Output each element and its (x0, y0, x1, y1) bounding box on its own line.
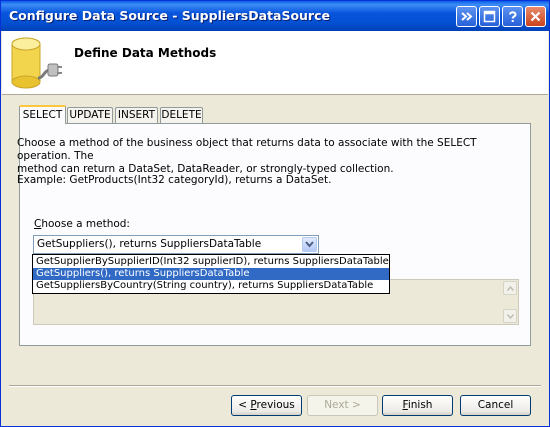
dropdown-option[interactable]: GetSupplierBySupplierID(Int32 supplierID… (33, 256, 389, 268)
help-icon[interactable] (502, 6, 523, 27)
next-button[interactable]: Next > (307, 395, 378, 416)
previous-label: revious (256, 399, 295, 411)
wizard-header: Define Data Methods (2, 31, 548, 95)
scroll-down-icon[interactable] (503, 309, 517, 323)
context-help-icon[interactable] (456, 6, 477, 27)
previous-prefix: < (238, 399, 251, 411)
scroll-up-icon[interactable] (503, 281, 517, 295)
page-title: Define Data Methods (74, 46, 217, 60)
method-dropdown-list: GetSupplierBySupplierID(Int32 supplierID… (32, 254, 390, 294)
window-title: Configure Data Source - SuppliersDataSou… (9, 8, 330, 23)
chevron-down-icon[interactable] (302, 237, 317, 252)
tab-select[interactable]: SELECT (19, 105, 66, 124)
tab-insert[interactable]: INSERT (115, 107, 158, 123)
description-line-1: Choose a method of the business object t… (17, 137, 477, 162)
choose-method-label: Choose a method: (34, 218, 130, 230)
tab-update[interactable]: UPDATE (67, 107, 113, 123)
choose-label-text: hoose a method: (41, 218, 130, 230)
finish-button[interactable]: Finish (382, 395, 453, 416)
database-connector-icon (8, 34, 64, 95)
footer-divider (9, 385, 541, 387)
tab-delete[interactable]: DELETE (160, 107, 203, 123)
maximize-icon[interactable] (479, 6, 500, 27)
title-bar[interactable]: Configure Data Source - SuppliersDataSou… (1, 1, 549, 31)
method-select-value: GetSuppliers(), returns SuppliersDataTab… (37, 238, 262, 250)
dropdown-option-highlighted[interactable]: GetSuppliers(), returns SuppliersDataTab… (33, 268, 389, 280)
method-description: Choose a method of the business object t… (17, 137, 517, 176)
finish-label: inish (407, 399, 433, 411)
configure-data-source-dialog: Configure Data Source - SuppliersDataSou… (0, 0, 550, 427)
previous-button[interactable]: < Previous (231, 395, 302, 416)
dropdown-option[interactable]: GetSuppliersByCountry(String country), r… (33, 280, 389, 292)
method-select[interactable]: GetSuppliers(), returns SuppliersDataTab… (33, 235, 319, 254)
example-text: Example: GetProducts(Int32 categoryId), … (17, 174, 332, 186)
cancel-button[interactable]: Cancel (460, 395, 531, 416)
close-icon[interactable] (525, 6, 546, 27)
